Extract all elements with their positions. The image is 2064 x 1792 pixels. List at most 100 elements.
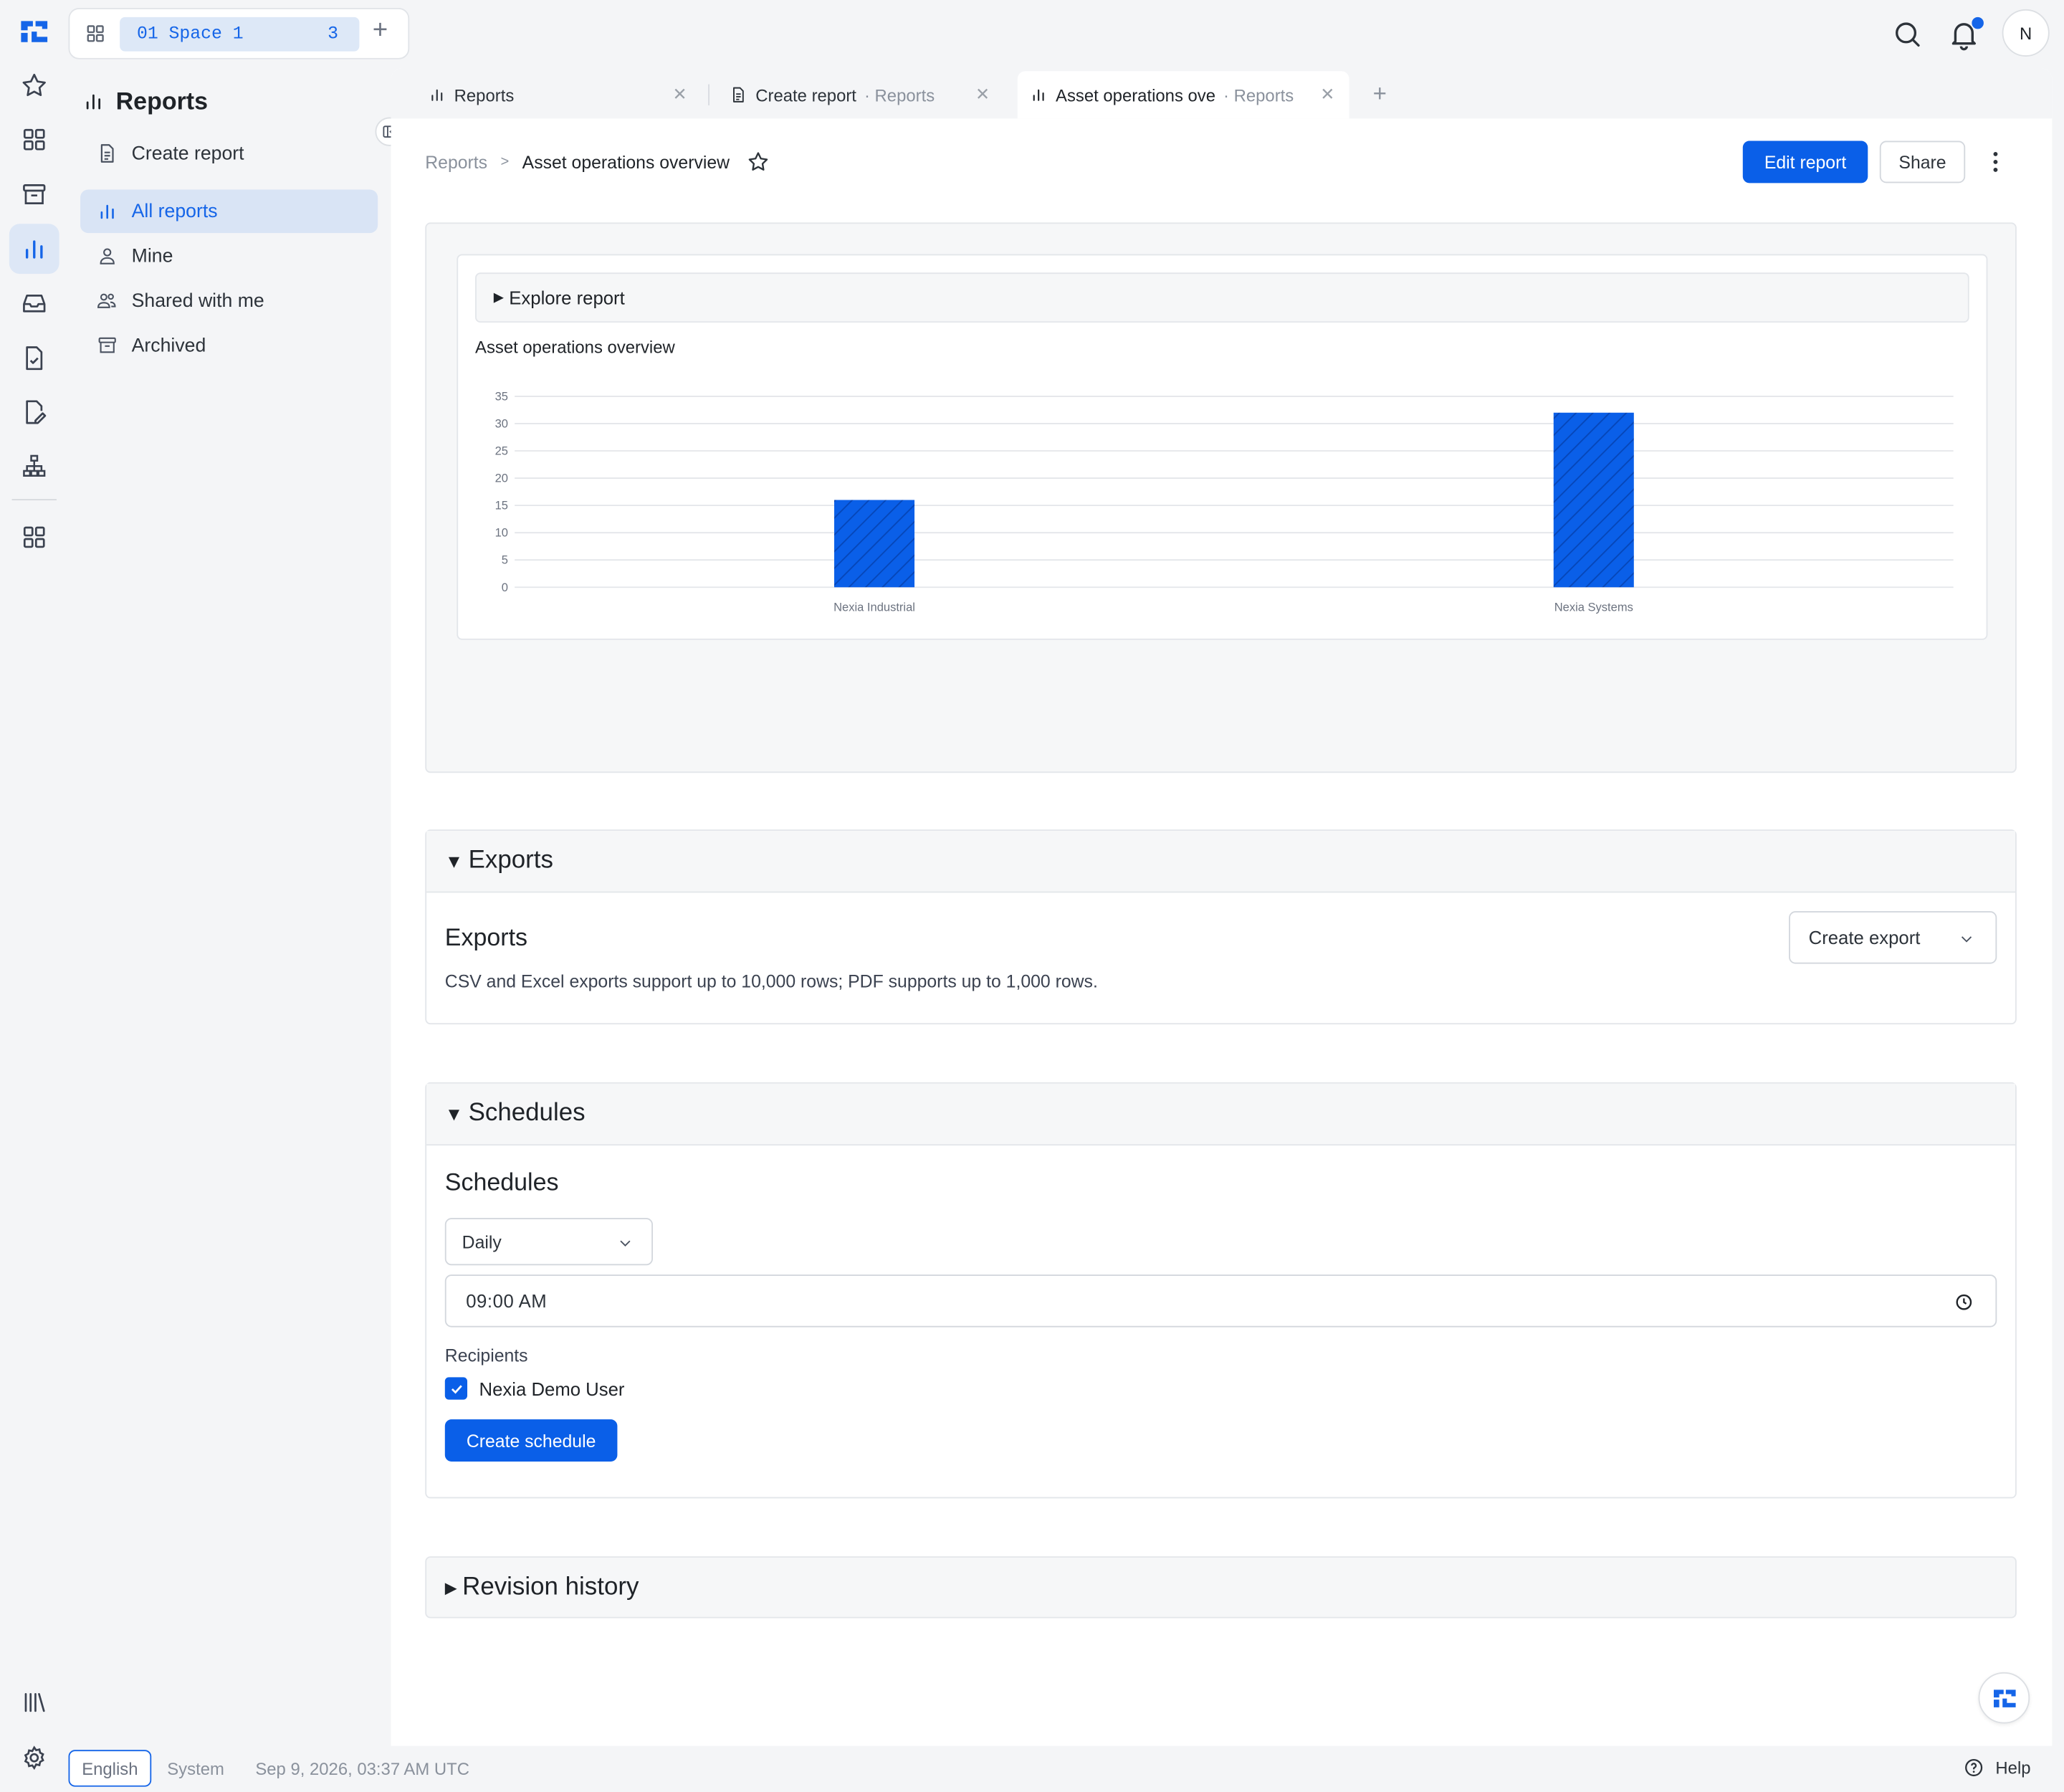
settings-rail-button[interactable] — [9, 1733, 59, 1783]
search-button[interactable] — [1891, 19, 1923, 50]
document-icon — [93, 142, 120, 164]
help-label: Help — [1995, 1758, 2031, 1778]
space-count-badge: 3 — [328, 24, 339, 44]
help-link[interactable]: Help — [1964, 1758, 2031, 1778]
x-tick-label: Nexia Systems — [1554, 600, 1633, 614]
schedules-section: ▼ Schedules Schedules Daily 09:00 AM Rec… — [425, 1082, 2017, 1499]
archive-rail-button[interactable] — [9, 170, 59, 220]
library-rail-button[interactable] — [9, 1677, 59, 1727]
share-button[interactable]: Share — [1879, 140, 1966, 184]
close-tab-icon[interactable]: ✕ — [673, 85, 687, 105]
revision-history-title: Revision history — [462, 1573, 639, 1601]
create-export-label: Create export — [1808, 927, 1921, 948]
close-tab-icon[interactable]: ✕ — [975, 85, 990, 105]
close-tab-icon[interactable]: ✕ — [1320, 85, 1334, 105]
sidenav-item-label: Mine — [131, 245, 173, 267]
chevron-right-icon: > — [500, 153, 510, 170]
tab-bar: Reports ✕ Create report · Reports ✕ Asse… — [391, 68, 2053, 119]
forms-rail-button[interactable] — [9, 387, 59, 437]
edit-report-button[interactable]: Edit report — [1742, 140, 1868, 184]
chart-icon — [93, 200, 120, 222]
dashboards-rail-button[interactable] — [9, 115, 59, 165]
clock-icon[interactable] — [1954, 1293, 1973, 1312]
grid-icon — [23, 128, 45, 151]
create-export-dropdown[interactable]: Create export — [1789, 911, 1997, 964]
star-icon — [22, 73, 46, 97]
tasks-rail-button[interactable] — [9, 333, 59, 383]
bar[interactable] — [834, 500, 915, 588]
inbox-icon — [23, 295, 46, 313]
favorite-star-button[interactable] — [747, 150, 770, 173]
caret-down-icon: ▼ — [444, 850, 464, 872]
library-icon — [24, 1692, 45, 1712]
bar[interactable] — [1553, 412, 1634, 588]
chart-icon — [25, 240, 43, 259]
more-options-button[interactable] — [1984, 148, 2007, 176]
space-tab-active[interactable]: 01 Space 1 3 — [120, 16, 360, 52]
search-icon — [1896, 22, 1920, 47]
exports-section: ▼ Exports Exports CSV and Excel exports … — [425, 829, 2017, 1025]
inbox-rail-button[interactable] — [9, 278, 59, 328]
sidenav-item-mine[interactable]: Mine — [80, 234, 378, 278]
y-tick-label: 0 — [502, 581, 508, 594]
revision-history-section[interactable]: ▶ Revision history — [425, 1556, 2017, 1619]
space-grid-button[interactable] — [85, 22, 107, 44]
y-tick-label: 30 — [495, 416, 508, 430]
tab-create-report[interactable]: Create report · Reports ✕ — [717, 71, 1010, 118]
org-rail-button[interactable] — [9, 441, 59, 491]
revision-history-header: ▶ Revision history — [426, 1558, 639, 1617]
sidenav-item-archived[interactable]: Archived — [80, 324, 378, 368]
y-tick-label: 25 — [495, 444, 508, 458]
exports-section-header[interactable]: ▼ Exports — [426, 831, 2015, 893]
frequency-select[interactable]: Daily — [444, 1218, 654, 1266]
time-input[interactable]: 09:00 AM — [444, 1274, 1997, 1328]
document-icon — [732, 87, 744, 103]
tab-sublabel: · Reports — [1223, 85, 1294, 105]
tab-asset-operations[interactable]: Asset operations ove · Reports ✕ — [1017, 71, 1349, 119]
y-tick-label: 20 — [495, 472, 508, 485]
recipients-label: Recipients — [444, 1345, 528, 1366]
caret-down-icon: ▼ — [444, 1103, 464, 1125]
check-icon — [451, 1384, 462, 1393]
y-tick-label: 35 — [495, 389, 508, 403]
chart-icon — [431, 89, 443, 101]
breadcrumb-parent[interactable]: Reports — [425, 152, 487, 172]
add-space-button[interactable]: + — [373, 16, 388, 46]
recipient-checkbox[interactable] — [444, 1377, 468, 1400]
y-tick-label: 10 — [495, 526, 508, 540]
exports-section-title: Exports — [468, 847, 553, 874]
nexia-logo-icon — [20, 21, 47, 42]
sidenav-item-label: Archived — [131, 335, 206, 356]
create-report-link[interactable]: Create report — [80, 132, 378, 176]
help-icon — [1965, 1758, 1983, 1777]
tab-reports[interactable]: Reports ✕ — [415, 71, 707, 118]
add-tab-button[interactable]: + — [1373, 80, 1387, 108]
sidenav-item-shared[interactable]: Shared with me — [80, 279, 378, 323]
chevron-down-icon — [1961, 936, 1972, 943]
exports-title: Exports — [444, 923, 528, 951]
reports-rail-button[interactable] — [9, 224, 59, 275]
create-report-label: Create report — [131, 143, 244, 164]
tab-label: Create report — [755, 85, 856, 105]
y-tick-label: 5 — [502, 553, 508, 567]
user-avatar[interactable]: N — [2002, 9, 2050, 57]
theme-selector[interactable]: System — [167, 1759, 224, 1779]
caret-right-icon: ▶ — [493, 290, 504, 305]
chart-title: Asset operations overview — [475, 337, 675, 357]
bar-chart: 0 5 10 15 20 25 30 35 Nexia Industrial Nexia Sys… — [495, 389, 1954, 614]
favorites-rail-button[interactable] — [9, 60, 59, 110]
language-selector[interactable]: English — [68, 1750, 152, 1787]
apps-rail-button[interactable] — [9, 513, 59, 563]
sidenav-item-all-reports[interactable]: All reports — [80, 189, 378, 234]
schedules-section-header[interactable]: ▼ Schedules — [426, 1083, 2015, 1146]
file-check-icon — [26, 346, 43, 371]
breadcrumb: Reports > Asset operations overview — [425, 150, 770, 173]
sidenav-header: Reports — [82, 87, 208, 115]
explore-report-toggle[interactable]: ▶ Explore report — [475, 272, 1969, 323]
app-logo[interactable] — [12, 12, 56, 52]
assistant-button[interactable] — [1978, 1672, 2030, 1724]
rail-divider — [11, 499, 57, 501]
more-vertical-icon — [1993, 151, 1998, 172]
apps-icon — [23, 526, 45, 548]
create-schedule-button[interactable]: Create schedule — [444, 1419, 618, 1462]
